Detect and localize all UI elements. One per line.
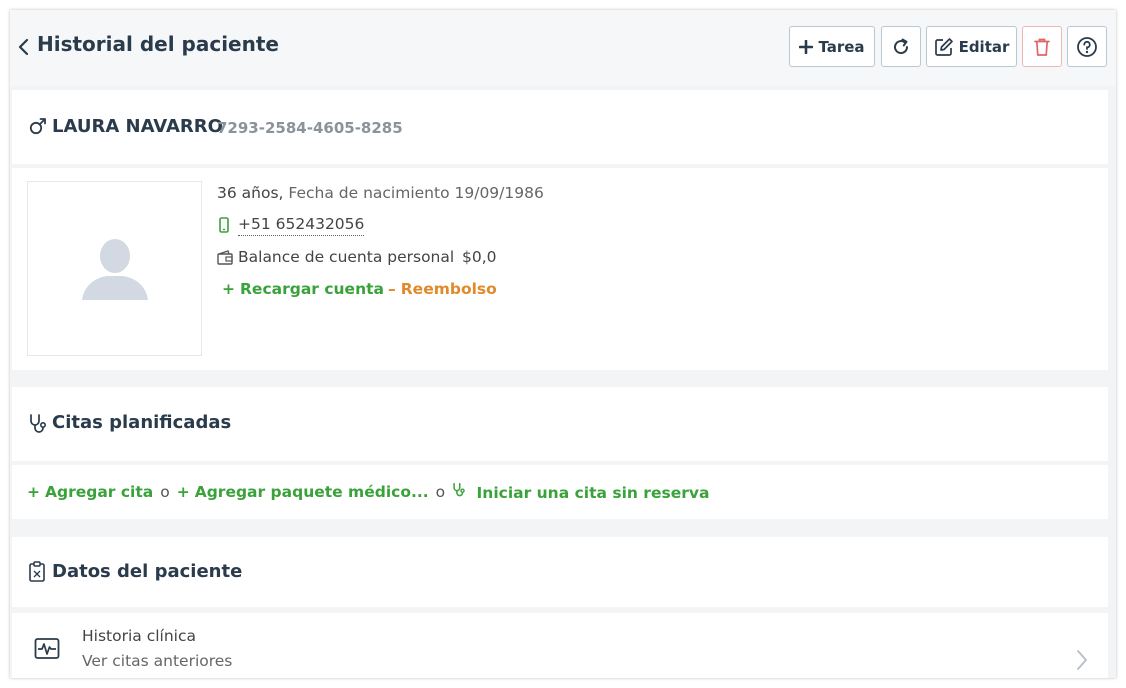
page-title: Historial del paciente xyxy=(37,32,279,56)
appointment-actions-line: + Agregar cita o + Agregar paquete médico.… xyxy=(27,482,709,502)
patient-id: 7293-2584-4605-8285 xyxy=(217,119,403,137)
refund-link[interactable]: – Reembolso xyxy=(388,280,497,298)
or-separator: o xyxy=(160,483,170,501)
add-task-button[interactable]: Tarea xyxy=(789,26,875,67)
patient-data-header: Datos del paciente xyxy=(12,537,1108,607)
plus-icon: + xyxy=(222,280,235,298)
mobile-phone-icon xyxy=(219,217,229,233)
stethoscope-icon xyxy=(452,482,471,502)
add-task-label: Tarea xyxy=(818,37,865,56)
walk-in-appointment-link[interactable]: Iniciar una cita sin reserva xyxy=(452,482,709,502)
add-appointment-link[interactable]: + Agregar cita xyxy=(27,483,153,501)
or-separator: o xyxy=(435,483,446,501)
help-icon xyxy=(1076,36,1098,58)
refresh-icon xyxy=(891,37,911,57)
refresh-button[interactable] xyxy=(881,26,921,67)
patient-name: LAURA NAVARRO xyxy=(52,116,223,137)
chevron-left-icon[interactable] xyxy=(17,38,31,56)
dob-value: 19/09/1986 xyxy=(454,184,544,202)
appointment-actions: + Agregar cita o + Agregar paquete médico.… xyxy=(12,465,1108,519)
balance-label: Balance de cuenta personal xyxy=(238,248,455,266)
clinical-history-row[interactable]: Historia clínica Ver citas anteriores xyxy=(12,613,1108,678)
patient-history-window: Historial del paciente Tarea Editar LAUR… xyxy=(10,10,1116,678)
clipboard-icon xyxy=(28,561,48,583)
balance-value: $0,0 xyxy=(462,248,497,266)
page-header: Historial del paciente Tarea Editar xyxy=(10,10,1116,86)
section-title-patient-data: Datos del paciente xyxy=(52,561,243,582)
trash-icon xyxy=(1033,37,1051,57)
chevron-right-icon[interactable] xyxy=(1076,649,1088,671)
wallet-icon xyxy=(217,250,233,265)
plus-icon: + xyxy=(27,483,40,501)
clinical-history-subtitle: Ver citas anteriores xyxy=(82,652,233,670)
edit-button[interactable]: Editar xyxy=(926,26,1017,67)
clinical-history-title: Historia clínica xyxy=(82,627,196,645)
minus-icon: – xyxy=(388,280,396,298)
avatar[interactable] xyxy=(27,181,202,356)
male-icon xyxy=(28,116,48,136)
dob-label: Fecha de nacimiento xyxy=(288,184,450,202)
add-package-label: Agregar paquete médico... xyxy=(194,483,429,501)
edit-label: Editar xyxy=(958,37,1010,56)
recharge-label: Recargar cuenta xyxy=(240,280,384,298)
plus-icon: + xyxy=(176,483,190,501)
help-button[interactable] xyxy=(1067,26,1107,67)
plus-icon xyxy=(799,39,814,54)
add-appointment-label: Agregar cita xyxy=(45,483,154,501)
patient-age: 36 años, xyxy=(217,184,284,202)
refund-label: Reembolso xyxy=(400,280,497,298)
patient-profile-card: 36 años, Fecha de nacimiento 19/09/1986 … xyxy=(12,168,1108,370)
stethoscope-icon xyxy=(28,413,48,435)
patient-phone[interactable]: +51 652432056 xyxy=(238,215,365,236)
recharge-account-link[interactable]: + Recargar cuenta xyxy=(222,280,384,298)
heartbeat-monitor-icon xyxy=(34,637,60,661)
section-title-appointments: Citas planificadas xyxy=(52,412,232,433)
patient-age-line: 36 años, Fecha de nacimiento 19/09/1986 xyxy=(217,184,544,202)
edit-icon xyxy=(934,37,954,57)
planned-appointments-header: Citas planificadas xyxy=(12,387,1108,461)
walk-in-label: Iniciar una cita sin reserva xyxy=(476,484,710,502)
delete-button[interactable] xyxy=(1022,26,1062,67)
patient-name-card: LAURA NAVARRO 7293-2584-4605-8285 xyxy=(12,90,1108,164)
add-medical-package-link[interactable]: + Agregar paquete médico... xyxy=(177,483,429,501)
